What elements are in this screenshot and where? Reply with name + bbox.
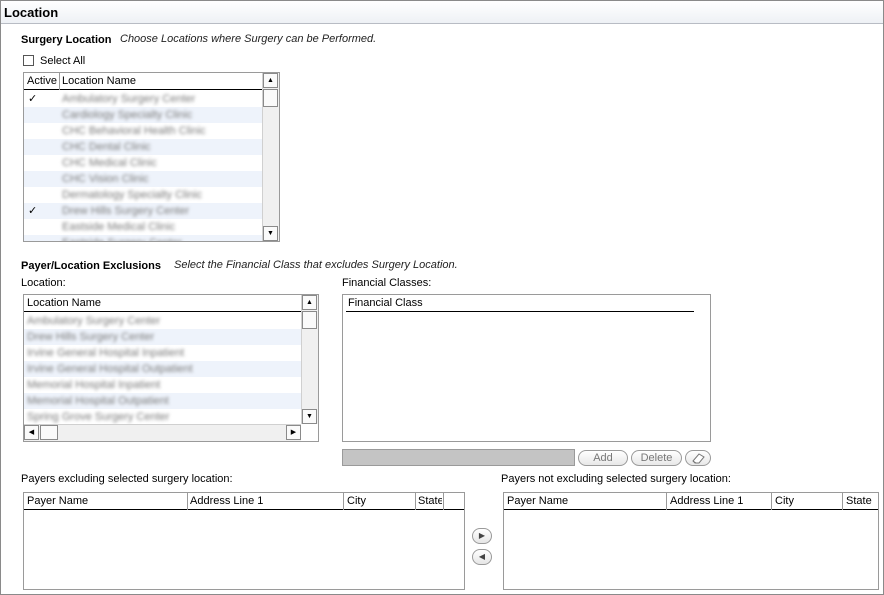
- move-left-button[interactable]: ◀: [472, 549, 492, 565]
- exclusions-hint: Select the Financial Class that excludes…: [174, 259, 458, 271]
- location-name: Spring Grove Surgery Center: [27, 411, 170, 423]
- scroll-right-icon[interactable]: ▶: [286, 425, 301, 440]
- scroll-thumb[interactable]: [40, 425, 58, 440]
- list-item[interactable]: Ambulatory Surgery Center: [24, 313, 301, 329]
- table-row[interactable]: ✓ Drew Hills Surgery Center: [24, 203, 262, 219]
- table-row[interactable]: CHC Behavioral Health Clinic: [24, 123, 262, 139]
- column-separator: [666, 493, 667, 510]
- column-header-location-name[interactable]: Location Name: [62, 75, 252, 87]
- location-name: Drew Hills Surgery Center: [62, 205, 190, 217]
- column-separator: [443, 493, 444, 510]
- location-name: Irvine General Hospital Inpatient: [27, 347, 185, 359]
- scroll-up-icon[interactable]: ▲: [302, 295, 317, 310]
- surgery-location-list[interactable]: Active Location Name ✓ Ambulatory Surgery…: [23, 72, 280, 242]
- list-item[interactable]: Memorial Hospital Inpatient: [24, 377, 301, 393]
- location-name: Ambulatory Surgery Center: [27, 315, 161, 327]
- exclusions-heading: Payer/Location Exclusions: [21, 260, 161, 272]
- location-name: CHC Behavioral Health Clinic: [62, 125, 206, 137]
- surgery-location-header: Active Location Name: [24, 73, 279, 90]
- location-name: Ambulatory Surgery Center: [62, 93, 196, 105]
- column-header-payer-name[interactable]: Payer Name: [27, 495, 187, 507]
- active-checkmark[interactable]: ✓: [28, 92, 37, 105]
- list-item[interactable]: Irvine General Hospital Outpatient: [24, 361, 301, 377]
- payers-not-excluding-header: Payer Name Address Line 1 City State: [504, 493, 878, 510]
- location-name: Memorial Hospital Outpatient: [27, 395, 169, 407]
- column-header-payer-name[interactable]: Payer Name: [507, 495, 665, 507]
- select-all-checkbox[interactable]: [23, 55, 34, 66]
- scroll-up-icon[interactable]: ▲: [263, 73, 278, 88]
- location-name: CHC Dental Clinic: [62, 141, 151, 153]
- exclusion-location-vscroll[interactable]: ▲ ▼: [301, 295, 318, 424]
- location-name: Memorial Hospital Inpatient: [27, 379, 161, 391]
- delete-button[interactable]: Delete: [631, 450, 682, 466]
- left-arrow-icon: ◀: [478, 552, 486, 561]
- title-bar: Location: [1, 1, 883, 24]
- surgery-location-hint: Choose Locations where Surgery can be Pe…: [120, 33, 377, 45]
- payers-not-excluding-label: Payers not excluding selected surgery lo…: [501, 473, 731, 485]
- column-separator: [59, 73, 60, 90]
- column-header-city[interactable]: City: [775, 495, 840, 507]
- table-row[interactable]: Eastside Medical Clinic: [24, 219, 262, 235]
- scroll-left-icon[interactable]: ◀: [24, 425, 39, 440]
- location-name: CHC Vision Clinic: [62, 173, 149, 185]
- column-separator: [771, 493, 772, 510]
- eraser-button[interactable]: [685, 450, 711, 466]
- location-name: CHC Medical Clinic: [62, 157, 157, 169]
- table-row[interactable]: Dermatology Specialty Clinic: [24, 187, 262, 203]
- exclusion-location-hscroll[interactable]: ◀ ▶: [24, 424, 301, 441]
- column-header-city[interactable]: City: [347, 495, 412, 507]
- financial-class-list[interactable]: Financial Class: [342, 294, 711, 442]
- payers-excluding-table[interactable]: Payer Name Address Line 1 City State: [23, 492, 465, 590]
- column-header-state[interactable]: State: [846, 495, 876, 507]
- table-row[interactable]: Eastside Surgery Center: [24, 235, 262, 241]
- financial-class-header: Financial Class: [346, 295, 694, 312]
- location-name: Dermatology Specialty Clinic: [62, 189, 202, 201]
- list-item[interactable]: Memorial Hospital Outpatient: [24, 393, 301, 409]
- table-row[interactable]: ✓ Ambulatory Surgery Center: [24, 91, 262, 107]
- right-arrow-icon: ▶: [478, 531, 486, 540]
- column-header-location-name[interactable]: Location Name: [27, 297, 287, 309]
- select-all-label: Select All: [40, 55, 86, 67]
- list-item[interactable]: Spring Grove Surgery Center: [24, 409, 301, 425]
- column-header-active[interactable]: Active: [27, 75, 61, 87]
- column-header-address-line-1[interactable]: Address Line 1: [670, 495, 770, 507]
- active-checkmark[interactable]: ✓: [28, 204, 37, 217]
- list-item[interactable]: Irvine General Hospital Inpatient: [24, 345, 301, 361]
- payers-excluding-label: Payers excluding selected surgery locati…: [21, 473, 233, 485]
- location-label: Location:: [21, 277, 66, 289]
- column-header-address-line-1[interactable]: Address Line 1: [190, 495, 340, 507]
- table-row[interactable]: CHC Dental Clinic: [24, 139, 262, 155]
- scroll-thumb[interactable]: [302, 311, 317, 329]
- scroll-down-icon[interactable]: ▼: [302, 409, 317, 424]
- column-separator: [187, 493, 188, 510]
- column-separator: [415, 493, 416, 510]
- window-title: Location: [4, 5, 59, 20]
- location-name: Eastside Medical Clinic: [62, 221, 176, 233]
- financial-classes-label: Financial Classes:: [342, 277, 432, 289]
- payers-excluding-header: Payer Name Address Line 1 City State: [24, 493, 464, 510]
- surgery-location-heading: Surgery Location: [21, 34, 112, 46]
- list-item[interactable]: Drew Hills Surgery Center: [24, 329, 301, 345]
- table-row[interactable]: CHC Medical Clinic: [24, 155, 262, 171]
- add-button[interactable]: Add: [578, 450, 628, 466]
- location-name: Drew Hills Surgery Center: [27, 331, 155, 343]
- column-header-financial-class[interactable]: Financial Class: [348, 297, 423, 309]
- payers-not-excluding-table[interactable]: Payer Name Address Line 1 City State: [503, 492, 879, 590]
- eraser-icon: [692, 453, 705, 464]
- table-row[interactable]: Cardiology Specialty Clinic: [24, 107, 262, 123]
- scroll-down-icon[interactable]: ▼: [263, 226, 278, 241]
- financial-class-input[interactable]: [342, 449, 575, 466]
- exclusion-location-list[interactable]: Location Name Ambulatory Surgery Center D…: [23, 294, 319, 442]
- surgery-location-scrollbar[interactable]: ▲ ▼: [262, 73, 279, 241]
- location-name: Cardiology Specialty Clinic: [62, 109, 193, 121]
- column-separator: [842, 493, 843, 510]
- move-right-button[interactable]: ▶: [472, 528, 492, 544]
- location-name: Irvine General Hospital Outpatient: [27, 363, 193, 375]
- scroll-thumb[interactable]: [263, 89, 278, 107]
- column-header-state[interactable]: State: [418, 495, 442, 507]
- exclusion-location-header: Location Name: [24, 295, 318, 312]
- column-separator: [343, 493, 344, 510]
- location-name: Eastside Surgery Center: [62, 237, 182, 241]
- table-row[interactable]: CHC Vision Clinic: [24, 171, 262, 187]
